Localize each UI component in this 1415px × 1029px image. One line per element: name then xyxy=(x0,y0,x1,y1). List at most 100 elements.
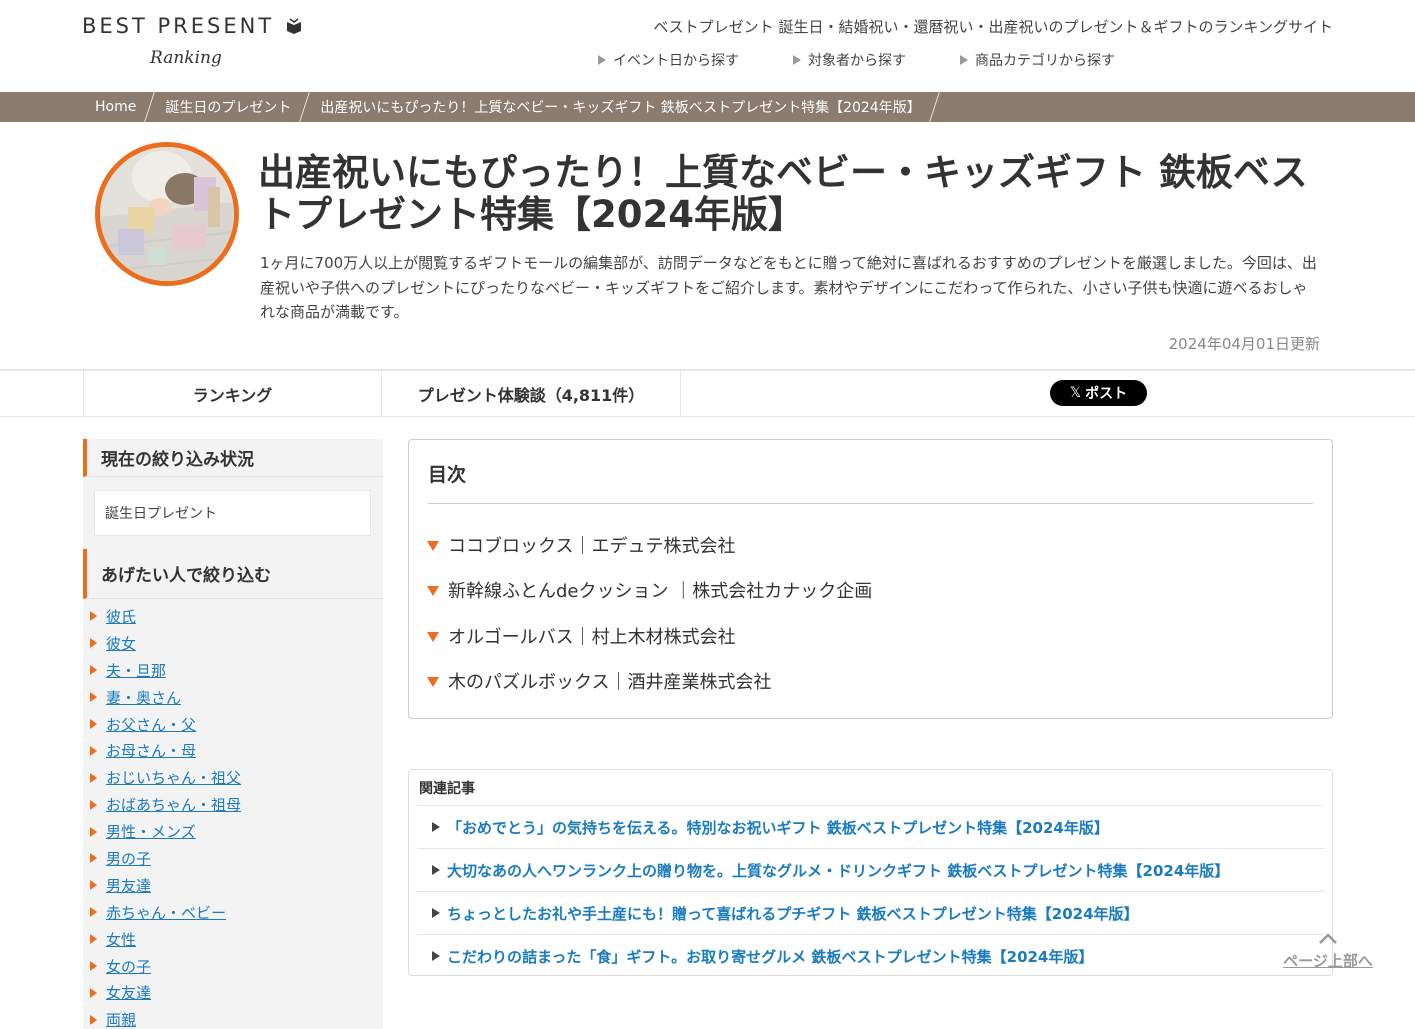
related-articles: 関連記事 「おめでとう」の気持ちを伝える。特別なお祝いギフト 鉄板ベストプレゼン… xyxy=(408,769,1333,976)
related-link[interactable]: こだわりの詰まった「食」ギフト。お取り寄せグルメ 鉄板ベストプレゼント特集【20… xyxy=(417,934,1324,977)
x-post-button[interactable]: 𝕏 ポスト xyxy=(1050,380,1147,406)
nav-search-by-category[interactable]: 商品カテゴリから探す xyxy=(960,50,1115,70)
list-item: 男友達 xyxy=(90,872,383,899)
tab-reviews[interactable]: プレゼント体験談（4,811件） xyxy=(381,371,681,417)
list-item: おばあちゃん・祖母 xyxy=(90,791,383,818)
list-item: おじいちゃん・祖父 xyxy=(90,764,383,791)
baby-blocks-image xyxy=(100,147,234,281)
list-item: 両親 xyxy=(90,1006,383,1029)
related-title: 関連記事 xyxy=(419,781,475,797)
filter-link[interactable]: おばあちゃん・祖母 xyxy=(106,794,241,815)
list-item: 男の子 xyxy=(90,845,383,872)
list-item: 男性・メンズ xyxy=(90,818,383,845)
filter-link[interactable]: 彼氏 xyxy=(106,606,136,627)
current-filter-heading: 現在の絞り込み状況 xyxy=(83,439,383,477)
breadcrumb-home[interactable]: Home xyxy=(95,99,136,115)
article-intro: 1ヶ月に700万人以上が閲覧するギフトモールの編集部が、訪問データなどをもとに贈… xyxy=(260,254,1317,321)
triangle-right-icon xyxy=(432,908,440,918)
related-link[interactable]: ちょっとしたお礼や手土産にも！贈って喜ばれるプチギフト 鉄板ベストプレゼント特集… xyxy=(417,891,1324,934)
filter-link[interactable]: お母さん・母 xyxy=(106,740,196,761)
triangle-down-icon xyxy=(427,631,439,642)
site-logo[interactable]: BEST PRESENT Ranking xyxy=(82,14,302,74)
nav-search-by-recipient[interactable]: 対象者から探す xyxy=(793,50,906,70)
filter-link[interactable]: 女友達 xyxy=(106,982,151,1003)
triangle-right-icon xyxy=(90,638,97,649)
triangle-right-icon xyxy=(432,865,440,875)
page-top-label: ページ上部へ xyxy=(1283,952,1373,970)
list-item: 夫・旦那 xyxy=(90,657,383,684)
list-item: 女性 xyxy=(90,926,383,953)
toc-item[interactable]: 木のパズルボックス｜酒井産業株式会社 xyxy=(427,659,872,705)
triangle-right-icon xyxy=(90,987,97,998)
updated-date: 2024年04月01日更新 xyxy=(1168,335,1320,353)
triangle-down-icon xyxy=(427,586,439,597)
triangle-right-icon xyxy=(432,822,440,832)
triangle-down-icon xyxy=(427,677,439,688)
list-item: 女友達 xyxy=(90,979,383,1006)
filter-link[interactable]: 男友達 xyxy=(106,875,151,896)
triangle-right-icon xyxy=(90,719,97,729)
breadcrumb-current: 出産祝いにもぴったり！上質なベビー・キッズギフト 鉄板ベストプレゼント特集【20… xyxy=(320,100,921,116)
tab-bar: ランキング プレゼント体験談（4,811件） 𝕏 ポスト xyxy=(0,369,1415,417)
related-list: 「おめでとう」の気持ちを伝える。特別なお祝いギフト 鉄板ベストプレゼント特集【2… xyxy=(417,805,1324,977)
toc-item[interactable]: オルゴールバス｜村上木材株式会社 xyxy=(427,613,872,659)
breadcrumb: Home 誕生日のプレゼント 出産祝いにもぴったり！上質なベビー・キッズギフト … xyxy=(0,92,1415,122)
toc-item[interactable]: ココブロックス｜エデュテ株式会社 xyxy=(427,522,872,568)
filter-link[interactable]: 夫・旦那 xyxy=(106,660,166,681)
gift-box-icon xyxy=(286,18,301,34)
list-item: 女の子 xyxy=(90,953,383,980)
triangle-right-icon xyxy=(432,951,440,961)
logo-main-text: BEST PRESENT xyxy=(82,14,302,38)
filter-link[interactable]: おじいちゃん・祖父 xyxy=(106,767,241,788)
logo-sub-text: Ranking xyxy=(150,48,222,68)
triangle-right-icon xyxy=(90,772,97,783)
recipient-filter-list: 彼氏 彼女 夫・旦那 妻・奥さん お父さん・父 お母さん・母 おじいちゃん・祖父… xyxy=(83,599,383,1029)
triangle-right-icon xyxy=(90,907,97,918)
list-item: お母さん・母 xyxy=(90,737,383,764)
filter-link[interactable]: 赤ちゃん・ベビー xyxy=(106,902,226,923)
article-thumbnail xyxy=(95,142,239,286)
triangle-right-icon xyxy=(90,934,97,945)
triangle-right-icon xyxy=(90,880,97,891)
triangle-right-icon xyxy=(90,826,97,837)
breadcrumb-separator xyxy=(928,92,940,122)
filter-link[interactable]: 男性・メンズ xyxy=(106,821,196,842)
triangle-right-icon xyxy=(90,799,97,810)
tab-ranking[interactable]: ランキング xyxy=(83,371,381,417)
triangle-right-icon xyxy=(90,1014,97,1025)
site-tagline: ベストプレゼント 誕生日・結婚祝い・還暦祝い・出産祝いのプレゼント＆ギフトのラン… xyxy=(653,18,1333,36)
filter-link[interactable]: 妻・奥さん xyxy=(106,687,181,708)
list-item: 彼氏 xyxy=(90,603,383,630)
triangle-right-icon xyxy=(90,665,97,676)
filter-link[interactable]: 彼女 xyxy=(106,633,136,654)
filter-link[interactable]: 両親 xyxy=(106,1009,136,1029)
list-item: 彼女 xyxy=(90,630,383,657)
filter-link[interactable]: 女の子 xyxy=(106,956,151,977)
triangle-right-icon xyxy=(90,611,97,622)
triangle-right-icon xyxy=(90,853,97,864)
toc-divider xyxy=(428,503,1313,504)
page-top-button[interactable]: ページ上部へ xyxy=(1276,930,1380,986)
related-link[interactable]: 「おめでとう」の気持ちを伝える。特別なお祝いギフト 鉄板ベストプレゼント特集【2… xyxy=(417,805,1324,848)
list-item: 赤ちゃん・ベビー xyxy=(90,899,383,926)
site-header: BEST PRESENT Ranking ベストプレゼント 誕生日・結婚祝い・還… xyxy=(0,0,1415,92)
filter-link[interactable]: お父さん・父 xyxy=(106,714,196,735)
table-of-contents: 目次 ココブロックス｜エデュテ株式会社 新幹線ふとんdeクッション ｜株式会社カ… xyxy=(408,439,1333,719)
nav-search-by-event[interactable]: イベント日から探す xyxy=(598,50,739,70)
top-nav: イベント日から探す 対象者から探す 商品カテゴリから探す xyxy=(598,50,1169,70)
related-link[interactable]: 大切なあの人へワンランク上の贈り物を。上質なグルメ・ドリンクギフト 鉄板ベストプ… xyxy=(417,848,1324,891)
triangle-right-icon xyxy=(793,55,801,65)
filter-link[interactable]: 男の子 xyxy=(106,848,151,869)
breadcrumb-separator xyxy=(144,92,156,122)
triangle-right-icon xyxy=(90,692,97,703)
toc-item[interactable]: 新幹線ふとんdeクッション ｜株式会社カナック企画 xyxy=(427,568,872,614)
triangle-right-icon xyxy=(90,745,97,756)
breadcrumb-birthday[interactable]: 誕生日のプレゼント xyxy=(165,97,291,117)
sidebar: 現在の絞り込み状況 誕生日プレゼント あげたい人で絞り込む 彼氏 彼女 夫・旦那… xyxy=(83,439,383,1029)
toc-title: 目次 xyxy=(428,464,467,486)
list-item: お父さん・父 xyxy=(90,711,383,738)
recipient-filter-heading: あげたい人で絞り込む xyxy=(83,549,383,599)
filter-link[interactable]: 女性 xyxy=(106,929,136,950)
triangle-right-icon xyxy=(598,55,606,65)
list-item: 妻・奥さん xyxy=(90,684,383,711)
